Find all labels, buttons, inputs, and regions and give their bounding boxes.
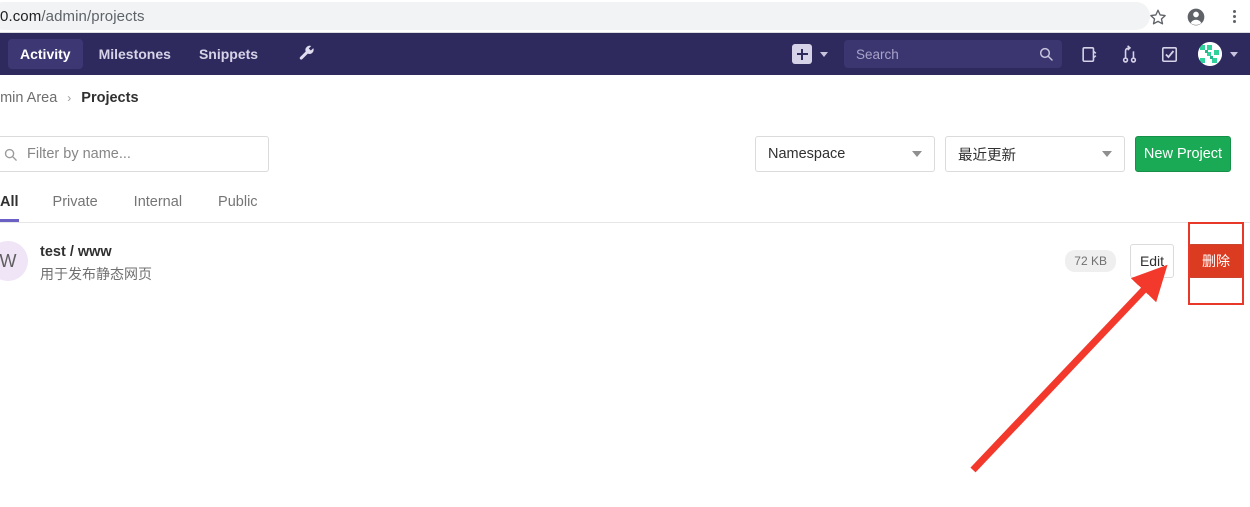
page-root: 0.com/admin/projects Activity Milestones… <box>0 0 1250 507</box>
search-icon <box>4 148 17 161</box>
browser-toolbar-icons <box>1148 0 1244 33</box>
navbar-links: Activity Milestones Snippets <box>0 33 318 75</box>
url-text: 0.com/admin/projects <box>0 8 145 25</box>
url-host: 0.com <box>0 7 42 25</box>
tab-public[interactable]: Public <box>200 186 276 218</box>
filter-placeholder: Filter by name... <box>27 146 131 162</box>
navbar-actions: Search <box>792 33 1250 75</box>
wrench-icon[interactable] <box>296 43 318 65</box>
chevron-down-icon <box>1102 151 1112 157</box>
tab-private[interactable]: Private <box>35 186 116 218</box>
sort-dropdown[interactable]: 最近更新 <box>945 136 1125 172</box>
avatar-chevron-down-icon[interactable] <box>1230 51 1238 57</box>
search-input[interactable]: Search <box>844 40 1062 68</box>
project-avatar: W <box>0 241 28 281</box>
avatar[interactable] <box>1198 42 1222 66</box>
namespace-dropdown-label: Namespace <box>768 146 846 162</box>
breadcrumb: dmin Area › Projects <box>0 75 1250 121</box>
top-navbar: Activity Milestones Snippets Search <box>0 33 1250 75</box>
profile-icon[interactable] <box>1186 7 1206 27</box>
filter-by-name-input[interactable]: Filter by name... <box>0 136 269 172</box>
plus-icon[interactable] <box>792 44 812 64</box>
todos-icon[interactable] <box>1156 41 1182 67</box>
breadcrumb-current: Projects <box>81 90 139 106</box>
tab-all[interactable]: All <box>0 186 35 222</box>
nav-link-snippets[interactable]: Snippets <box>187 39 270 69</box>
chevron-down-icon <box>912 151 922 157</box>
project-actions: 72 KB Edit 删除 <box>1065 244 1244 278</box>
delete-button[interactable]: 删除 <box>1188 244 1244 278</box>
search-icon <box>1039 47 1053 61</box>
breadcrumb-separator: › <box>67 91 72 105</box>
chevron-down-icon[interactable] <box>820 51 828 57</box>
more-menu-icon[interactable] <box>1224 7 1244 27</box>
namespace-dropdown[interactable]: Namespace <box>755 136 935 172</box>
nav-link-milestones[interactable]: Milestones <box>87 39 183 69</box>
new-project-button[interactable]: New Project <box>1135 136 1231 172</box>
breadcrumb-parent[interactable]: dmin Area <box>0 90 57 106</box>
merge-requests-icon[interactable] <box>1116 41 1142 67</box>
edit-button[interactable]: Edit <box>1130 244 1174 278</box>
visibility-tabs: All Private Internal Public <box>0 186 1250 222</box>
tab-internal[interactable]: Internal <box>116 186 200 218</box>
url-input[interactable]: 0.com/admin/projects <box>0 2 1150 30</box>
url-path: /admin/projects <box>41 7 145 25</box>
filter-toolbar: Filter by name... Namespace 最近更新 New Pro… <box>0 136 1250 172</box>
bookmark-star-icon[interactable] <box>1148 7 1168 27</box>
issues-icon[interactable] <box>1076 41 1102 67</box>
project-name[interactable]: test / www <box>40 242 152 262</box>
project-description: 用于发布静态网页 <box>40 266 152 282</box>
tabs-divider <box>0 222 1250 223</box>
table-row[interactable]: W test / www 用于发布静态网页 72 KB Edit 删除 <box>0 230 1250 292</box>
search-placeholder: Search <box>856 46 899 62</box>
project-info: test / www 用于发布静态网页 <box>40 242 152 284</box>
nav-link-activity[interactable]: Activity <box>8 39 83 69</box>
project-size-badge: 72 KB <box>1065 250 1116 272</box>
sort-dropdown-label: 最近更新 <box>958 147 1016 164</box>
browser-url-bar: 0.com/admin/projects <box>0 0 1250 33</box>
